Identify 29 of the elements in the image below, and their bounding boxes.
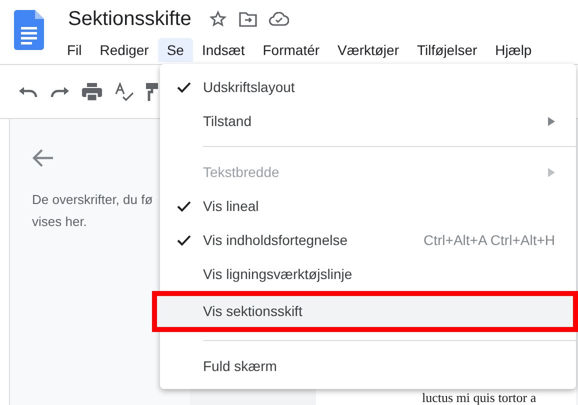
- menu-tab[interactable]: Hjælp: [486, 38, 541, 62]
- menu-item[interactable]: Udskriftslayout: [160, 70, 576, 104]
- menu-tab[interactable]: Værktøjer: [328, 38, 408, 62]
- redo-icon[interactable]: [50, 86, 70, 98]
- menu-tab[interactable]: Se: [158, 38, 193, 62]
- keyboard-shortcut: Ctrl+Alt+A Ctrl+Alt+H: [424, 230, 555, 250]
- paint-roller-icon[interactable]: [146, 82, 158, 100]
- spellcheck-icon[interactable]: [114, 82, 134, 102]
- menu-item[interactable]: Tilstand: [160, 104, 576, 138]
- star-icon[interactable]: [209, 10, 228, 28]
- print-icon[interactable]: [82, 82, 102, 100]
- undo-icon[interactable]: [18, 86, 38, 98]
- menu-tab[interactable]: Rediger: [90, 38, 158, 62]
- menu-item[interactable]: Vis lineal: [160, 189, 576, 223]
- cloud-icon[interactable]: [269, 12, 290, 26]
- menu-item[interactable]: Fuld skærm: [160, 349, 576, 383]
- menu-item[interactable]: Vis ligningsværktøjslinje: [160, 257, 576, 291]
- document-title[interactable]: Sektionsskifte: [68, 4, 192, 34]
- document-text: luctus mi quis tortor a: [422, 391, 538, 404]
- menu-item[interactable]: Vis indholdsfortegnelse Ctrl+Alt+A Ctrl+Alt+H: [160, 223, 576, 257]
- menu-tab[interactable]: Indsæt: [192, 38, 254, 62]
- folder-icon[interactable]: [239, 11, 258, 27]
- menu-tab[interactable]: Formatér: [254, 38, 329, 62]
- document-icon[interactable]: [14, 10, 44, 50]
- menu-item[interactable]: Vis sektionsskift: [157, 296, 573, 327]
- outline-message: De overskrifter, du fø vises her.: [32, 191, 154, 231]
- menu-tab[interactable]: Fil: [58, 38, 91, 62]
- menu-tab[interactable]: Tilføjelser: [408, 38, 486, 62]
- back-arrow-icon[interactable]: [32, 149, 54, 167]
